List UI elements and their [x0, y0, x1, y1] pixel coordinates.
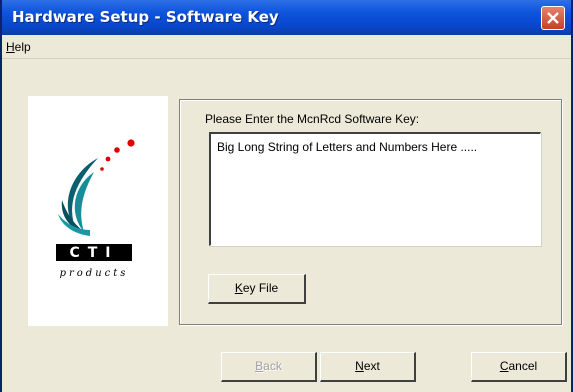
software-key-input[interactable]: Big Long String of Letters and Numbers H…	[209, 132, 541, 246]
back-button[interactable]: Back	[221, 352, 317, 382]
title-bar[interactable]: Hardware Setup - Software Key	[2, 0, 571, 35]
close-icon	[547, 12, 559, 24]
software-key-value: Big Long String of Letters and Numbers H…	[217, 140, 478, 154]
window-title: Hardware Setup - Software Key	[12, 8, 279, 26]
back-mnemonic: B	[255, 359, 264, 373]
menu-bar: Help	[2, 38, 571, 59]
logo-brand: CTI	[69, 245, 118, 261]
software-key-prompt: Please Enter the McnRcd Software Key:	[205, 112, 420, 126]
menu-item-help[interactable]: Help	[6, 40, 31, 54]
key-file-mnemonic: K	[234, 281, 243, 295]
cancel-button[interactable]: Cancel	[471, 352, 567, 382]
next-button[interactable]: Next	[320, 352, 416, 382]
logo-tagline: products	[60, 268, 129, 279]
back-rest: ack	[263, 359, 282, 373]
cancel-label: Cancel	[500, 353, 537, 379]
next-rest: ext	[363, 359, 380, 373]
next-mnemonic: N	[355, 359, 364, 373]
next-label: Next	[355, 353, 380, 379]
cancel-rest: ancel	[508, 359, 538, 373]
key-file-rest: ey File	[242, 281, 279, 295]
cti-logo-icon: CTI products	[56, 139, 135, 279]
logo-panel: CTI products	[28, 96, 168, 326]
back-label: Back	[255, 353, 282, 379]
menu-help-mnemonic: H	[6, 40, 15, 54]
menu-help-rest: elp	[14, 40, 31, 54]
key-file-button[interactable]: Key File	[208, 274, 306, 304]
dialog-window: Hardware Setup - Software Key Help CTI p…	[0, 0, 573, 392]
close-button[interactable]	[541, 6, 565, 30]
key-file-label: Key File	[235, 275, 278, 301]
